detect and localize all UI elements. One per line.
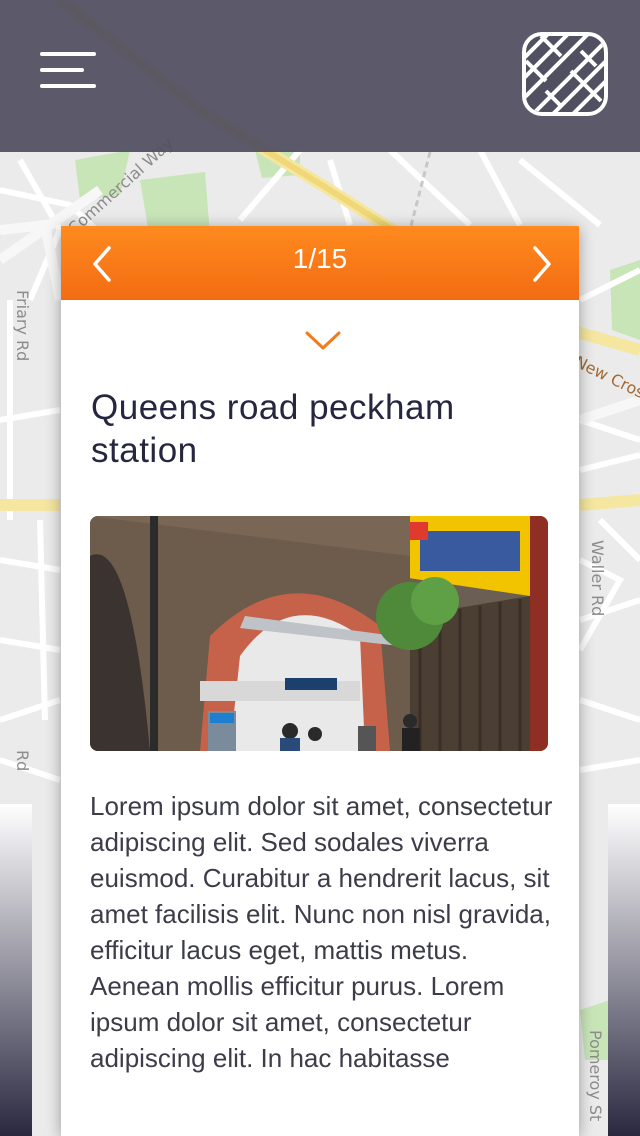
street-label-waller-rd: Waller Rd xyxy=(588,540,607,617)
hamburger-menu-icon[interactable] xyxy=(40,52,96,90)
top-bar xyxy=(0,0,640,152)
street-label-pomeroy-st: Pomeroy St xyxy=(586,1030,605,1122)
left-gradient-strip xyxy=(0,804,32,1136)
station-detail-card: 1/15 Queens road peckham station Lorem i… xyxy=(61,226,579,1136)
app-logo[interactable] xyxy=(522,32,608,116)
chevron-down-icon[interactable] xyxy=(305,330,341,352)
station-title: Queens road peckham station xyxy=(91,388,455,470)
woven-pattern-logo-icon xyxy=(526,36,604,112)
street-label-friary-rd: Friary Rd xyxy=(13,290,32,362)
street-label-rd: Rd xyxy=(13,750,32,772)
station-description: Lorem ipsum dolor sit amet, consectetur … xyxy=(90,791,553,1073)
card-pagination-bar: 1/15 xyxy=(61,226,579,300)
chevron-right-icon[interactable] xyxy=(519,244,559,284)
right-gradient-strip xyxy=(608,804,640,1136)
pagination-counter: 1/15 xyxy=(292,243,348,274)
station-photo xyxy=(90,516,548,751)
